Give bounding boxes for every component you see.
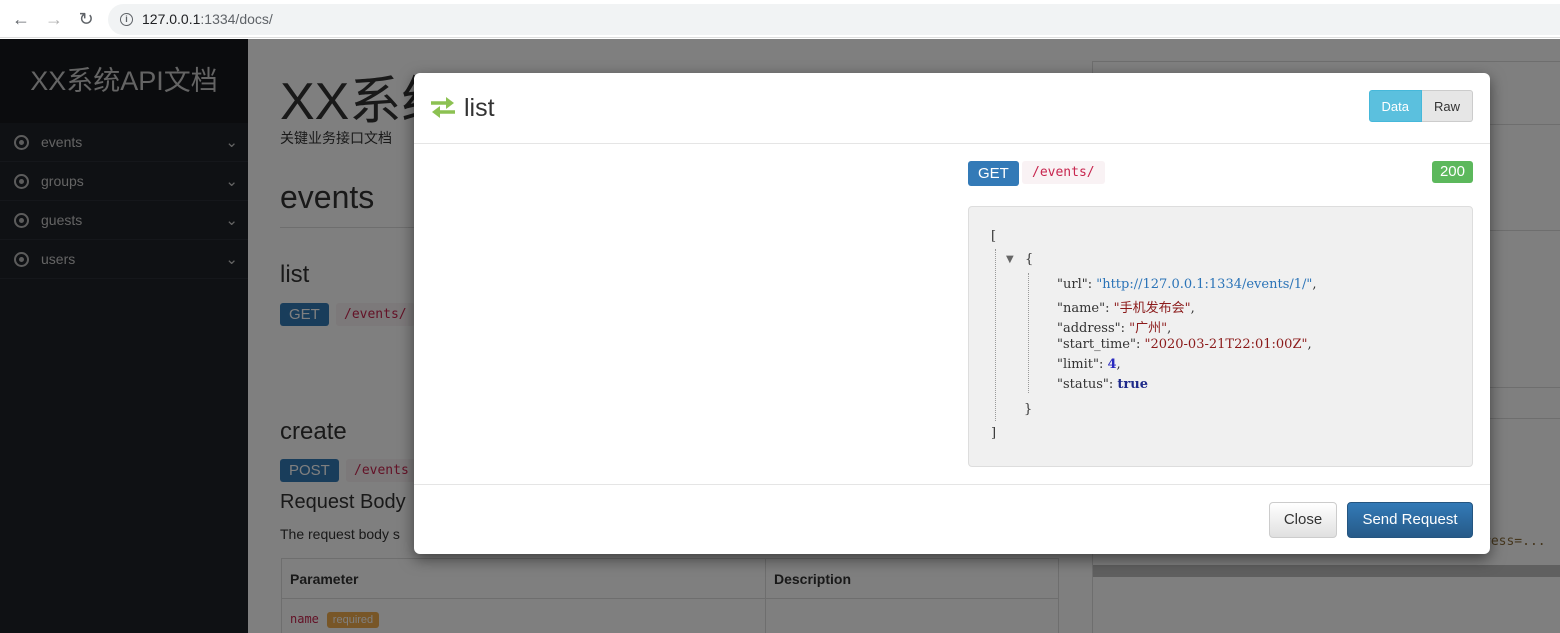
request-modal: list Data Raw GET /events/ 200 [ ▼ { "ur… xyxy=(414,73,1490,554)
json-close-brace: } xyxy=(1024,402,1033,417)
close-button[interactable]: Close xyxy=(1269,502,1337,538)
json-field: "name": "手机发布会", xyxy=(1057,301,1195,316)
data-view-button[interactable]: Data xyxy=(1368,90,1422,122)
json-field: "status": true xyxy=(1057,377,1148,392)
raw-view-button[interactable]: Raw xyxy=(1421,90,1473,122)
method-badge-get: GET xyxy=(968,161,1019,186)
json-field: "limit": 4, xyxy=(1057,357,1121,372)
indent-guide xyxy=(995,249,996,421)
forward-arrow-icon[interactable]: → xyxy=(43,8,65,30)
swap-arrows-icon xyxy=(431,97,455,118)
back-arrow-icon[interactable]: ← xyxy=(10,8,32,30)
json-open-brace: { xyxy=(1025,252,1034,267)
indent-guide xyxy=(1028,273,1029,393)
info-icon[interactable]: i xyxy=(120,13,133,26)
json-field: "start_time": "2020-03-21T22:01:00Z", xyxy=(1057,337,1312,352)
reload-icon[interactable]: ↻ xyxy=(75,8,97,30)
json-field: "url": "http://127.0.0.1:1334/events/1/"… xyxy=(1057,277,1317,292)
json-field: "address": "广州", xyxy=(1057,321,1172,336)
modal-header: list Data Raw xyxy=(414,73,1490,144)
endpoint-path: /events/ xyxy=(1022,161,1105,184)
status-code-badge: 200 xyxy=(1431,161,1473,183)
address-bar[interactable]: i 127.0.0.1:1334/docs/ xyxy=(108,4,1560,35)
url-text: 127.0.0.1:1334/docs/ xyxy=(142,11,273,27)
modal-title: list xyxy=(464,94,495,122)
collapse-triangle-icon[interactable]: ▼ xyxy=(1006,254,1014,265)
modal-footer: Close Send Request xyxy=(414,484,1490,554)
send-request-button[interactable]: Send Request xyxy=(1347,502,1473,538)
modal-body: GET /events/ 200 [ ▼ { "url": "http://12… xyxy=(414,144,1490,484)
browser-toolbar: ← → ↻ i 127.0.0.1:1334/docs/ xyxy=(0,0,1560,38)
view-toggle: Data Raw xyxy=(1368,90,1473,122)
json-close-bracket: ] xyxy=(991,426,997,441)
json-open-bracket: [ xyxy=(991,229,997,244)
json-response-viewer: [ ▼ { "url": "http://127.0.0.1:1334/even… xyxy=(968,206,1473,467)
